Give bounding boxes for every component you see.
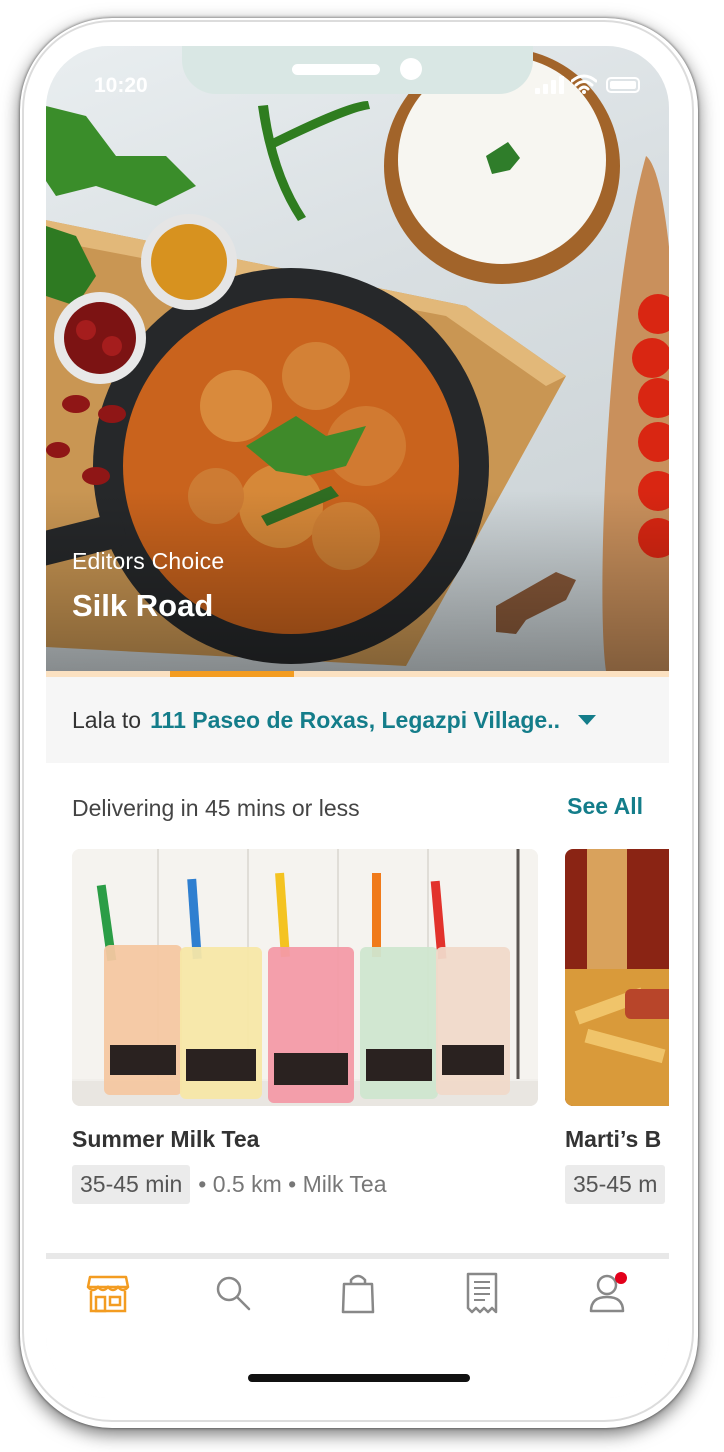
receipt-icon bbox=[466, 1272, 498, 1314]
status-time: 10:20 bbox=[94, 74, 148, 97]
app-screen: Editors Choice Silk Road 10:20 Lala to 1… bbox=[46, 46, 669, 1398]
restaurant-meta: 35-45 m bbox=[565, 1165, 669, 1204]
nav-item-orders[interactable] bbox=[458, 1271, 506, 1315]
store-icon bbox=[86, 1275, 130, 1313]
signal-icon bbox=[535, 76, 564, 94]
nav-item-cart[interactable] bbox=[334, 1271, 382, 1315]
wifi-icon bbox=[571, 74, 597, 94]
front-camera bbox=[400, 58, 422, 80]
bag-icon bbox=[341, 1274, 375, 1314]
hero-title: Silk Road bbox=[72, 588, 214, 623]
search-icon bbox=[216, 1276, 251, 1311]
hero-gradient bbox=[46, 491, 669, 671]
milk-tea-image bbox=[72, 849, 538, 1106]
restaurant-meta: 35-45 min • 0.5 km • Milk Tea bbox=[72, 1165, 538, 1204]
fries-image bbox=[565, 849, 669, 1106]
see-all-link[interactable]: See All bbox=[567, 793, 643, 820]
hero-kicker: Editors Choice bbox=[72, 548, 225, 574]
restaurant-image[interactable] bbox=[565, 849, 669, 1106]
nav-item-home[interactable] bbox=[84, 1271, 132, 1315]
chevron-down-icon[interactable] bbox=[578, 715, 597, 725]
green-chili bbox=[258, 105, 306, 221]
notification-badge bbox=[615, 1272, 627, 1284]
section-title: Delivering in 45 mins or less bbox=[72, 795, 360, 821]
hero-banner[interactable]: Editors Choice Silk Road bbox=[46, 46, 669, 671]
restaurant-name[interactable]: Marti’s B bbox=[565, 1126, 669, 1153]
restaurant-details: • 0.5 km • Milk Tea bbox=[198, 1171, 387, 1197]
battery-icon bbox=[606, 77, 640, 93]
restaurant-image[interactable] bbox=[72, 849, 538, 1106]
restaurant-name[interactable]: Summer Milk Tea bbox=[72, 1126, 538, 1153]
nav-item-profile[interactable] bbox=[583, 1271, 631, 1315]
address-value[interactable]: 111 Paseo de Roxas, Legazpi Village.. bbox=[150, 707, 560, 734]
nav-item-search[interactable] bbox=[209, 1271, 257, 1315]
device-notch bbox=[182, 46, 533, 94]
restaurant-card[interactable]: Summer Milk Tea 35-45 min • 0.5 km • Mil… bbox=[72, 849, 538, 1204]
delivery-time-badge: 35-45 m bbox=[565, 1165, 666, 1204]
delivery-address-selector[interactable]: Lala to 111 Paseo de Roxas, Legazpi Vill… bbox=[46, 677, 669, 763]
address-user-label: Lala to bbox=[72, 706, 142, 733]
speaker-grille bbox=[292, 64, 380, 75]
herbs bbox=[46, 106, 196, 206]
delivery-section: Delivering in 45 mins or less See All Su… bbox=[46, 763, 669, 1253]
home-indicator[interactable] bbox=[248, 1374, 470, 1382]
restaurant-card[interactable]: Marti’s B 35-45 m bbox=[565, 849, 669, 1204]
status-bar: 10:20 bbox=[46, 46, 669, 116]
delivery-time-badge: 35-45 min bbox=[72, 1165, 191, 1204]
